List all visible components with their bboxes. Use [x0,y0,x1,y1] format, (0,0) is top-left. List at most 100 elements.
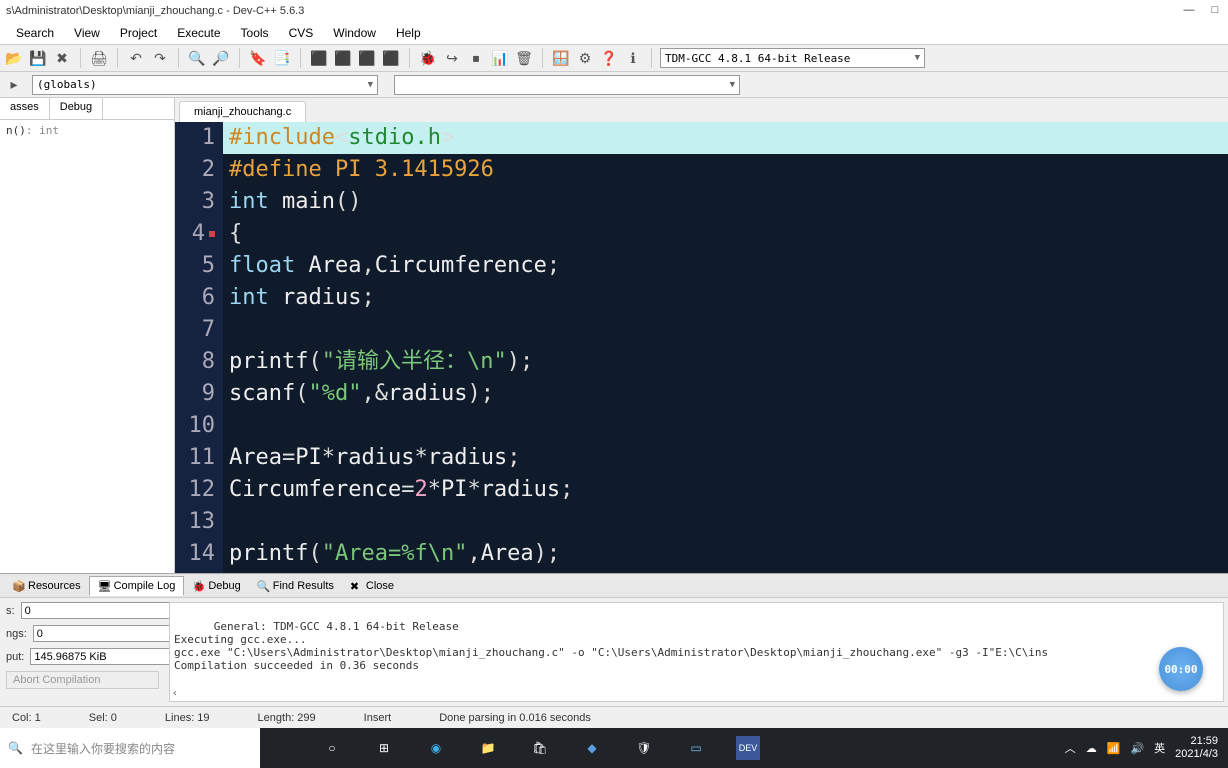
scroll-left-icon[interactable]: ‹ [172,688,178,699]
compile-run-icon[interactable]: ⬛ [357,48,377,68]
taskview-icon[interactable]: ⊞ [372,736,396,760]
compiler-combo[interactable]: TDM-GCC 4.8.1 64-bit Release ▼ [660,48,925,68]
menu-cvs[interactable]: CVS [279,24,324,42]
tray-up-icon[interactable]: ︿ [1065,740,1076,756]
taskbar-clock[interactable]: 21:59 2021/4/3 [1175,735,1218,761]
code-line[interactable]: int radius; [223,282,1228,314]
code-editor[interactable]: 1234567891011121314 #include<stdio.h>#de… [175,122,1228,573]
separator [409,48,410,68]
main-area: assesDebug n(): int mianji_zhouchang.c 1… [0,98,1228,573]
run-icon[interactable]: ⬛ [333,48,353,68]
explorer-icon[interactable]: 📁 [476,736,500,760]
code-line[interactable] [223,410,1228,442]
code-line[interactable]: int main() [223,186,1228,218]
goto-icon[interactable]: 📑 [272,48,292,68]
about-icon[interactable]: ℹ [623,48,643,68]
bottom-tab-resources[interactable]: 📦Resources [4,577,89,595]
class-browser[interactable]: n(): int [0,120,174,141]
scope-icon[interactable]: ▸ [4,75,24,95]
save-icon[interactable]: 💾 [28,48,48,68]
devcpp-icon[interactable]: DEV [736,736,760,760]
code-line[interactable]: printf("Area=%f\n",Area); [223,538,1228,570]
replace-icon[interactable]: 🔎 [211,48,231,68]
bottom-tab-close[interactable]: ✖Close [342,577,402,595]
gutter-line: 10 [175,410,215,442]
menu-execute[interactable]: Execute [167,24,230,42]
onedrive-icon[interactable]: ☁ [1086,742,1097,755]
code-line[interactable]: Area=PI*radius*radius; [223,442,1228,474]
menu-project[interactable]: Project [110,24,167,42]
step-icon[interactable]: ↪ [442,48,462,68]
bookmark-icon[interactable]: 🔖 [248,48,268,68]
app-icon-1[interactable]: ◆ [580,736,604,760]
tab-icon: 📦 [12,580,24,592]
code-line[interactable]: #include<stdio.h> [223,122,1228,154]
output-field[interactable] [30,648,180,665]
errors-field[interactable] [21,602,171,619]
help-icon[interactable]: ❓ [599,48,619,68]
token-id: Circumference [229,477,401,502]
warnings-field[interactable] [33,625,183,642]
symbol-combo[interactable]: ▼ [394,75,740,95]
redo-icon[interactable]: ↷ [150,48,170,68]
new-window-icon[interactable]: 🪟 [551,48,571,68]
minimize-button[interactable]: — [1182,4,1196,18]
search-icon: 🔍 [8,741,23,755]
menu-search[interactable]: Search [6,24,64,42]
timer-badge[interactable]: 00:00 [1159,647,1203,691]
stop-icon[interactable]: ⏹ [466,48,486,68]
compile-log[interactable]: General: TDM-GCC 4.8.1 64-bit Release Ex… [169,602,1224,702]
profile-icon[interactable]: 📊 [490,48,510,68]
code-line[interactable]: printf("请输入半径：\n"); [223,346,1228,378]
close-icon[interactable]: ✖ [52,48,72,68]
code-line[interactable] [223,506,1228,538]
app-icon-2[interactable]: 🛡 [632,736,656,760]
menu-view[interactable]: View [64,24,110,42]
bottom-tab-compile-log[interactable]: 🖥Compile Log [89,576,185,596]
trash-icon[interactable]: 🗑 [514,48,534,68]
wifi-icon[interactable]: 📶 [1107,742,1121,755]
code-line[interactable]: scanf("%d",&radius); [223,378,1228,410]
file-tab[interactable]: mianji_zhouchang.c [179,101,306,122]
volume-icon[interactable]: 🔊 [1130,742,1144,755]
options-icon[interactable]: ⚙ [575,48,595,68]
token-pre: #include [229,125,335,150]
token-id: radius [428,445,507,470]
maximize-button[interactable]: □ [1208,4,1222,18]
edge-icon[interactable]: ◉ [424,736,448,760]
open-icon[interactable]: 📂 [4,48,24,68]
find-icon[interactable]: 🔍 [187,48,207,68]
bottom-panel: 📦Resources🖥Compile Log🐞Debug🔍Find Result… [0,573,1228,706]
code-line[interactable]: float Area,Circumference; [223,250,1228,282]
debug-icon[interactable]: 🐞 [418,48,438,68]
code-body[interactable]: #include<stdio.h>#define PI 3.1415926int… [223,122,1228,573]
globals-combo[interactable]: (globals) ▼ [32,75,378,95]
menu-tools[interactable]: Tools [231,24,279,42]
gutter-line: 3 [175,186,215,218]
taskbar-search[interactable]: 🔍 在这里输入你要搜索的内容 [0,728,260,768]
bottom-tab-debug[interactable]: 🐞Debug [184,577,248,595]
menu-window[interactable]: Window [323,24,386,42]
bottom-tab-find-results[interactable]: 🔍Find Results [249,577,342,595]
rebuild-icon[interactable]: ⬛ [381,48,401,68]
store-icon[interactable]: 🛍 [528,736,552,760]
code-line[interactable]: { [223,218,1228,250]
left-panel: assesDebug n(): int [0,98,175,573]
menu-help[interactable]: Help [386,24,431,42]
tab-label: Compile Log [114,580,176,592]
token-fn: scanf [229,381,295,406]
left-tab-asses[interactable]: asses [0,98,50,119]
code-line[interactable]: #define PI 3.1415926 [223,154,1228,186]
cortana-icon[interactable]: ○ [320,736,344,760]
left-tab-debug[interactable]: Debug [50,98,103,119]
app-icon-3[interactable]: ▭ [684,736,708,760]
clock-time: 21:59 [1175,735,1218,748]
code-line[interactable] [223,314,1228,346]
compile-icon[interactable]: ⬛ [309,48,329,68]
print-icon[interactable]: 🖨 [89,48,109,68]
tab-label: Close [366,580,394,592]
ime-indicator[interactable]: 英 [1154,740,1165,756]
undo-icon[interactable]: ↶ [126,48,146,68]
code-line[interactable]: Circumference=2*PI*radius; [223,474,1228,506]
token-pn: , [361,253,374,278]
